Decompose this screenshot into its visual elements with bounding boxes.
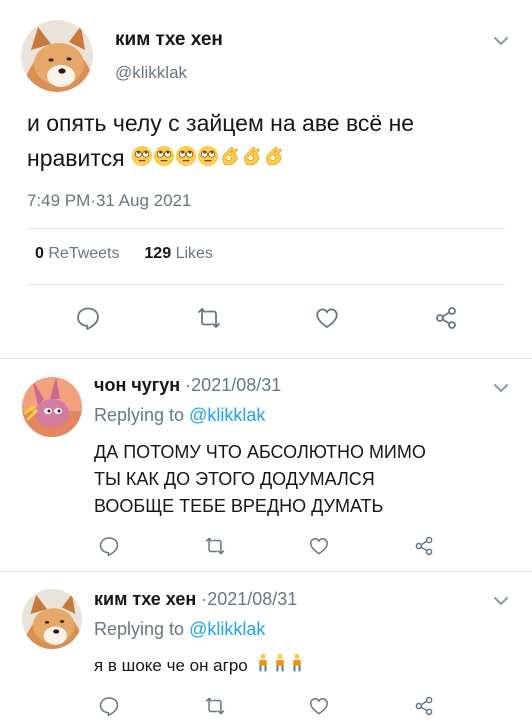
- likes-count[interactable]: 129: [144, 245, 171, 262]
- reply-tweet: ким тхе хен ·2021/08/31 Replying to @kli…: [0, 572, 532, 720]
- reply-header: ким тхе хен ·2021/08/31: [94, 589, 297, 610]
- tweet-date[interactable]: ·2021/08/31: [196, 589, 297, 609]
- person-standing-icon: [274, 653, 286, 681]
- heart-icon[interactable]: [308, 695, 330, 717]
- share-icon[interactable]: [413, 535, 435, 557]
- chevron-down-icon[interactable]: [491, 31, 511, 51]
- divider: [27, 284, 505, 285]
- face-with-rolling-eyes-icon: [197, 142, 219, 177]
- author-name[interactable]: чон чугун: [94, 375, 180, 395]
- tweet-text-line: ТЫ КАК ДО ЭТОГО ДОДУМАЛСЯ: [94, 469, 375, 489]
- person-standing-icon: [257, 653, 269, 681]
- face-with-rolling-eyes-icon: [175, 142, 197, 177]
- chevron-down-icon[interactable]: [491, 378, 511, 398]
- reply-header: чон чугун ·2021/08/31: [94, 375, 281, 396]
- author-name[interactable]: ким тхе хен: [115, 29, 223, 51]
- retweet-icon[interactable]: [196, 305, 222, 331]
- tweet-text: ДА ПОТОМУ ЧТО АБСОЛЮТНО МИМО ТЫ КАК ДО Э…: [94, 439, 514, 520]
- heart-icon[interactable]: [314, 305, 340, 331]
- ok-hand-icon: [219, 142, 241, 177]
- likes-label[interactable]: Likes: [176, 245, 213, 262]
- replying-to: Replying to @klikklak: [94, 405, 265, 426]
- tweet-text: я в шоке че он агро: [94, 652, 514, 681]
- retweets-label[interactable]: ReTweets: [48, 245, 119, 262]
- tweet-text-body: я в шоке че он агро: [94, 656, 248, 675]
- retweet-icon[interactable]: [204, 535, 226, 557]
- mention-link[interactable]: @klikklak: [189, 405, 265, 425]
- reply-icon[interactable]: [98, 535, 120, 557]
- tweet-text: и опять челу с зайцем на аве всё не нрав…: [27, 106, 507, 177]
- share-icon[interactable]: [413, 695, 435, 717]
- replying-prefix: Replying to: [94, 619, 190, 639]
- ok-hand-icon: [263, 142, 285, 177]
- tweet-date[interactable]: ·2021/08/31: [180, 375, 281, 395]
- face-with-rolling-eyes-icon: [131, 142, 153, 177]
- main-tweet: ким тхе хен @klikklak и опять челу с зай…: [0, 0, 532, 360]
- face-with-rolling-eyes-icon: [153, 142, 175, 177]
- tweet-stats: 0 ReTweets 129 Likes: [35, 245, 213, 263]
- retweet-icon[interactable]: [204, 695, 226, 717]
- share-icon[interactable]: [433, 305, 459, 331]
- ok-hand-icon: [241, 142, 263, 177]
- replying-prefix: Replying to: [94, 405, 190, 425]
- reply-tweet: чон чугун ·2021/08/31 Replying to @klikk…: [0, 359, 532, 571]
- tweet-text-line: ВООБЩЕ ТЕБЕ ВРЕДНО ДУМАТЬ: [94, 496, 384, 516]
- person-standing-icon: [291, 653, 303, 681]
- avatar[interactable]: [21, 20, 93, 92]
- tweet-timestamp[interactable]: 7:49 PM·31 Aug 2021: [27, 191, 191, 211]
- reply-icon[interactable]: [98, 695, 120, 717]
- chevron-down-icon[interactable]: [491, 591, 511, 611]
- divider: [27, 228, 505, 229]
- reply-icon[interactable]: [75, 305, 101, 331]
- author-name[interactable]: ким тхе хен: [94, 589, 196, 609]
- mention-link[interactable]: @klikklak: [189, 619, 265, 639]
- author-handle[interactable]: @klikklak: [115, 63, 187, 83]
- avatar[interactable]: [22, 589, 82, 649]
- heart-icon[interactable]: [308, 535, 330, 557]
- tweet-text-line: ДА ПОТОМУ ЧТО АБСОЛЮТНО МИМО: [94, 442, 426, 462]
- avatar[interactable]: [22, 377, 82, 437]
- retweets-count[interactable]: 0: [35, 245, 44, 262]
- replying-to: Replying to @klikklak: [94, 619, 265, 640]
